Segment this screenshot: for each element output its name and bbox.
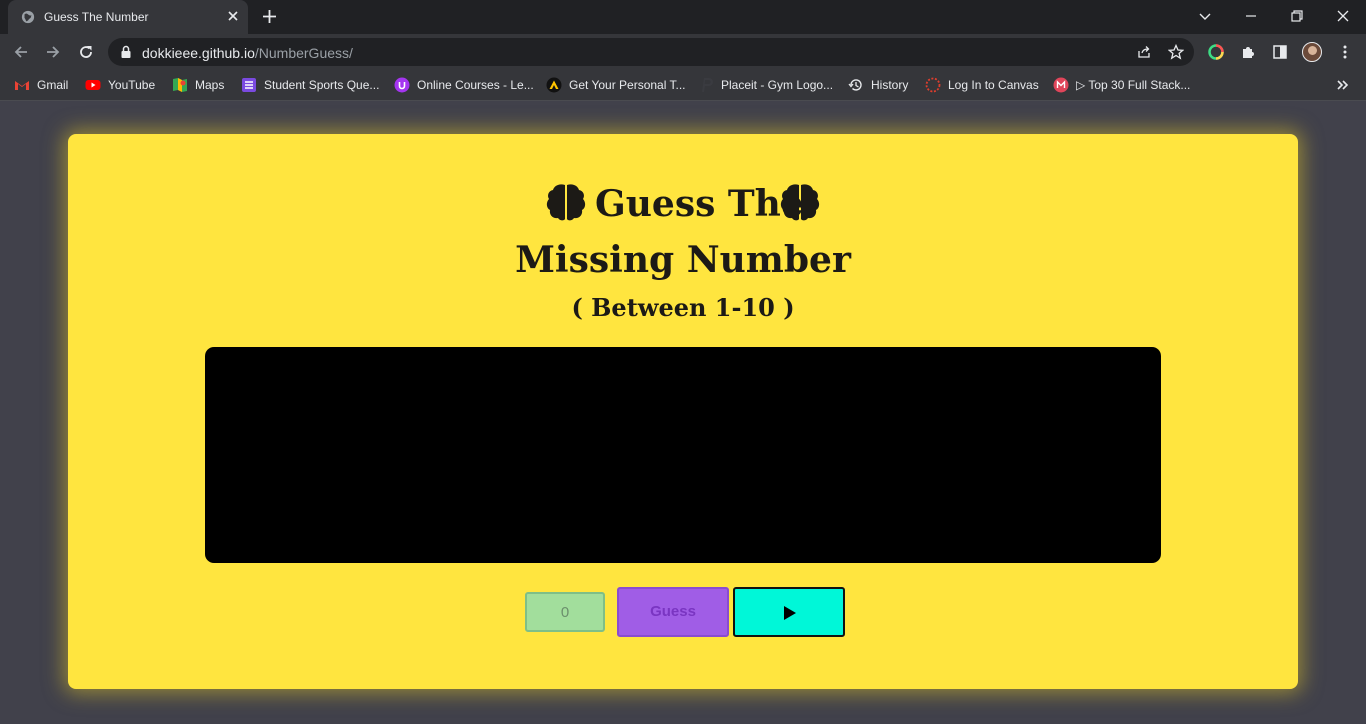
a-logo-icon bbox=[546, 77, 562, 93]
bookmarks-bar: Gmail YouTube Maps Student Sports Que...… bbox=[0, 70, 1366, 101]
more-bookmarks-icon[interactable] bbox=[1334, 77, 1350, 93]
brain-icon bbox=[780, 184, 820, 221]
game-display-screen bbox=[205, 347, 1161, 563]
lock-icon[interactable] bbox=[120, 45, 132, 59]
minimize-icon[interactable] bbox=[1243, 8, 1259, 24]
gmail-icon bbox=[15, 81, 29, 90]
play-icon bbox=[784, 606, 796, 620]
list-icon bbox=[242, 78, 256, 92]
forward-icon[interactable] bbox=[44, 43, 62, 61]
history-icon bbox=[848, 79, 862, 91]
globe-icon bbox=[21, 10, 35, 24]
browser-tab-strip: Guess The Number bbox=[0, 0, 1366, 34]
bookmark-star-icon[interactable] bbox=[1168, 44, 1184, 60]
canvas-icon bbox=[925, 77, 941, 93]
close-window-icon[interactable] bbox=[1335, 8, 1351, 24]
reload-icon[interactable] bbox=[77, 43, 95, 61]
back-icon[interactable] bbox=[12, 43, 30, 61]
tab-search-icon[interactable] bbox=[1197, 8, 1213, 24]
title-line-2: Missing Number bbox=[515, 239, 851, 281]
share-icon[interactable] bbox=[1136, 44, 1152, 60]
range-subtitle: ( Between 1-10 ) bbox=[571, 293, 795, 322]
udemy-icon bbox=[394, 77, 410, 93]
address-bar[interactable]: dokkieee.github.io/NumberGuess/ bbox=[108, 38, 1194, 66]
tab-title: Guess The Number bbox=[44, 10, 149, 24]
color-extension-icon[interactable] bbox=[1208, 44, 1224, 60]
browser-tab[interactable]: Guess The Number bbox=[8, 0, 248, 34]
side-panel-icon[interactable] bbox=[1272, 44, 1288, 60]
guess-button[interactable]: Guess bbox=[617, 587, 729, 637]
maps-icon bbox=[173, 78, 187, 92]
browser-toolbar: dokkieee.github.io/NumberGuess/ bbox=[0, 34, 1366, 70]
youtube-icon bbox=[85, 80, 101, 90]
brain-icon bbox=[546, 184, 586, 221]
new-tab-icon[interactable] bbox=[262, 9, 277, 24]
title-line-1: Guess The bbox=[595, 183, 804, 225]
restore-icon[interactable] bbox=[1289, 8, 1305, 24]
play-button[interactable] bbox=[733, 587, 845, 637]
placeit-icon bbox=[702, 78, 713, 92]
url-text[interactable]: dokkieee.github.io/NumberGuess/ bbox=[142, 45, 353, 61]
profile-avatar[interactable] bbox=[1302, 42, 1322, 62]
close-tab-icon[interactable] bbox=[226, 9, 240, 23]
guess-number-input[interactable] bbox=[525, 592, 605, 632]
extensions-puzzle-icon[interactable] bbox=[1240, 44, 1256, 60]
menu-icon[interactable] bbox=[1337, 44, 1353, 60]
bookmark-icon bbox=[1053, 77, 1069, 93]
